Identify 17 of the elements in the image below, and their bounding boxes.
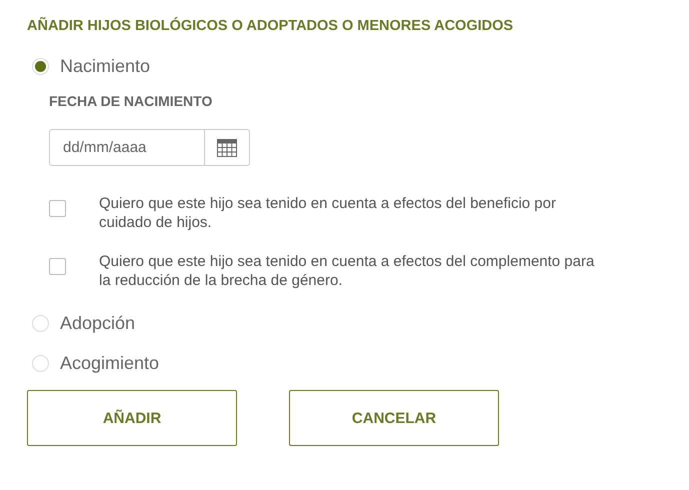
form-heading: AÑADIR HIJOS BIOLÓGICOS O ADOPTADOS O MENORES ACOGIDOS <box>27 18 514 34</box>
radio-button[interactable] <box>32 314 49 332</box>
field-label: FECHA DE NACIMIENTO <box>49 93 212 109</box>
checkbox-label: Quiero que este hijo sea tenido en cuenta a efectos del beneficio por cuidado de hijos. <box>99 194 557 232</box>
checkbox-label: Quiero que este hijo sea tenido en cuenta a efectos del complemento para la reducción de la brecha de género. <box>99 252 596 290</box>
radio-label: Nacimiento <box>60 56 150 76</box>
cancel-button[interactable]: CANCELAR <box>289 390 499 446</box>
checkbox[interactable] <box>49 258 66 275</box>
radio-label: Acogimiento <box>60 352 160 374</box>
radio-button[interactable] <box>32 354 49 372</box>
date-field[interactable]: dd/mm/aaaa <box>49 129 205 166</box>
calendar-icon <box>217 138 237 156</box>
calendar-button[interactable] <box>205 129 250 166</box>
add-button[interactable]: AÑADIR <box>27 390 237 446</box>
radio-button[interactable] <box>32 58 49 74</box>
radio-label: Adopción <box>60 312 136 334</box>
checkbox[interactable] <box>49 200 66 217</box>
